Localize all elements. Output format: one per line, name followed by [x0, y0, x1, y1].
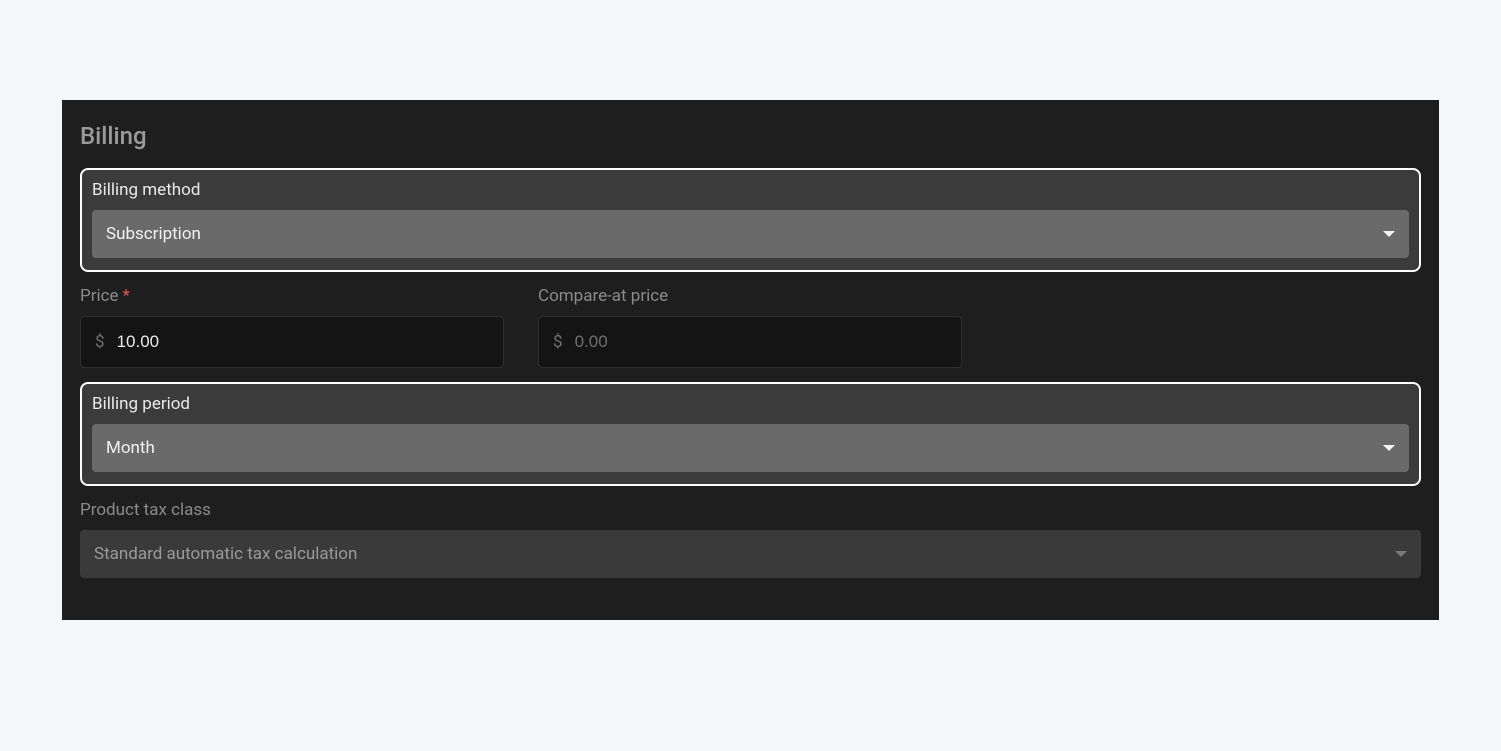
currency-symbol: $: [553, 332, 563, 352]
billing-period-label: Billing period: [92, 394, 1409, 414]
billing-method-group: Billing method Subscription: [80, 168, 1421, 272]
caret-down-icon: [1383, 445, 1395, 451]
billing-method-label: Billing method: [92, 180, 1409, 200]
panel-title: Billing: [80, 122, 1421, 150]
tax-class-select[interactable]: Standard automatic tax calculation: [80, 530, 1421, 578]
compare-price-field: Compare-at price $: [538, 286, 962, 368]
caret-down-icon: [1383, 231, 1395, 237]
tax-class-section: Product tax class Standard automatic tax…: [80, 500, 1421, 578]
billing-method-select[interactable]: Subscription: [92, 210, 1409, 258]
price-input-wrap[interactable]: $: [80, 316, 504, 368]
billing-period-group: Billing period Month: [80, 382, 1421, 486]
billing-period-value: Month: [106, 438, 155, 458]
required-mark: *: [123, 286, 130, 306]
tax-class-label: Product tax class: [80, 500, 1421, 520]
tax-class-value: Standard automatic tax calculation: [94, 544, 357, 564]
billing-method-value: Subscription: [106, 224, 201, 244]
billing-panel: Billing Billing method Subscription Pric…: [62, 100, 1439, 620]
compare-price-input[interactable]: [575, 332, 947, 352]
caret-down-icon: [1395, 551, 1407, 557]
price-label: Price*: [80, 286, 504, 306]
price-row: Price* $ Compare-at price $: [80, 286, 1421, 368]
billing-period-select[interactable]: Month: [92, 424, 1409, 472]
currency-symbol: $: [95, 332, 105, 352]
compare-price-label: Compare-at price: [538, 286, 962, 306]
compare-price-input-wrap[interactable]: $: [538, 316, 962, 368]
price-field: Price* $: [80, 286, 504, 368]
price-input[interactable]: [117, 332, 489, 352]
